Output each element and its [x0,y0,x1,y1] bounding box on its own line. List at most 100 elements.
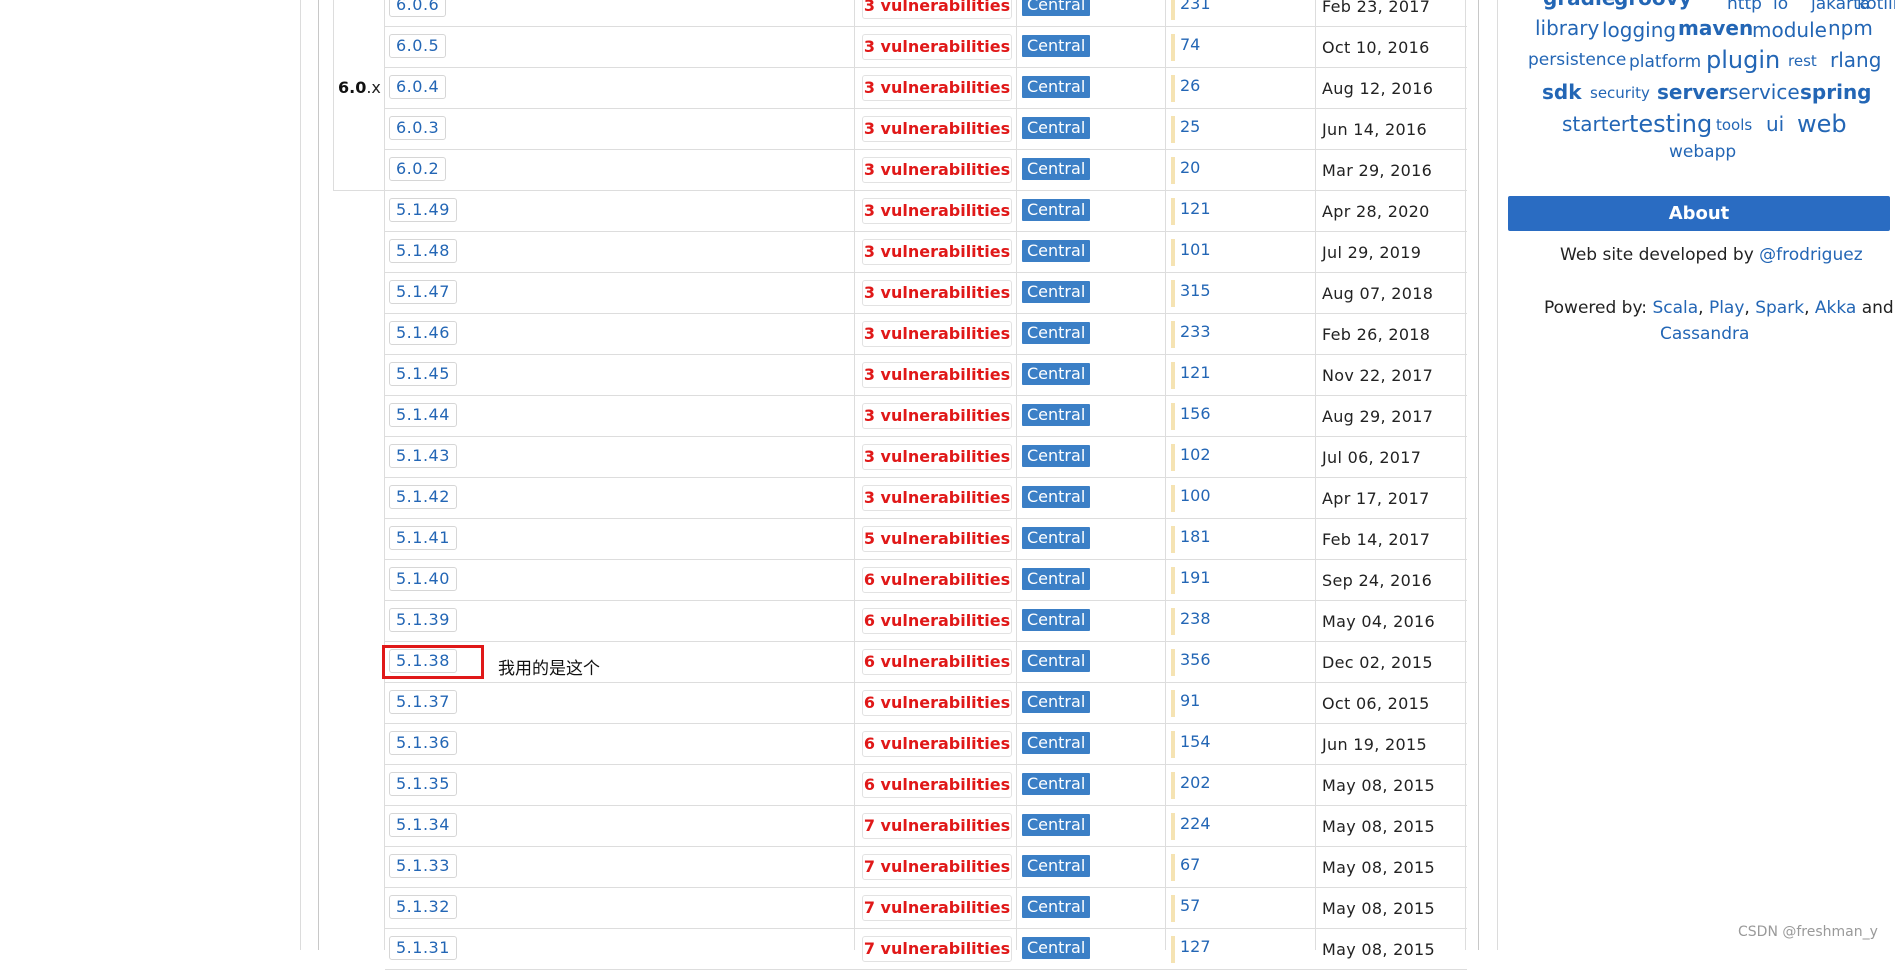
repository-badge[interactable]: Central [1022,322,1091,344]
repository-badge[interactable]: Central [1022,281,1091,303]
vulnerabilities-badge[interactable]: 3 vulnerabilities [862,444,1012,470]
usages-link[interactable]: 26 [1180,76,1200,95]
usages-link[interactable]: 356 [1180,650,1211,669]
version-link[interactable]: 6.0.5 [389,34,447,58]
repository-badge[interactable]: Central [1022,609,1091,631]
tag-sdk[interactable]: sdk [1542,80,1582,104]
usages-link[interactable]: 91 [1180,691,1200,710]
usages-link[interactable]: 231 [1180,0,1211,13]
repository-badge[interactable]: Central [1022,76,1091,98]
tag-rest[interactable]: rest [1788,52,1817,70]
version-link[interactable]: 5.1.48 [389,239,457,263]
usages-link[interactable]: 121 [1180,199,1211,218]
version-link[interactable]: 6.0.3 [389,116,447,140]
repository-badge[interactable]: Central [1022,568,1091,590]
repository-badge[interactable]: Central [1022,0,1091,16]
usages-link[interactable]: 233 [1180,322,1211,341]
repository-badge[interactable]: Central [1022,650,1091,672]
version-link[interactable]: 5.1.35 [389,772,457,796]
vulnerabilities-badge[interactable]: 6 vulnerabilities [862,772,1012,798]
vulnerabilities-badge[interactable]: 7 vulnerabilities [862,854,1012,880]
tag-persistence[interactable]: persistence [1528,50,1626,70]
tag-maven[interactable]: maven [1678,16,1753,40]
repository-badge[interactable]: Central [1022,896,1091,918]
repository-badge[interactable]: Central [1022,199,1091,221]
version-link[interactable]: 5.1.43 [389,444,457,468]
usages-link[interactable]: 25 [1180,117,1200,136]
tag-webapp[interactable]: webapp [1669,142,1736,162]
tag-spring[interactable]: spring [1800,80,1872,104]
repository-badge[interactable]: Central [1022,445,1091,467]
version-link[interactable]: 5.1.47 [389,280,457,304]
vulnerabilities-badge[interactable]: 6 vulnerabilities [862,649,1012,675]
vulnerabilities-badge[interactable]: 6 vulnerabilities [862,567,1012,593]
version-link[interactable]: 5.1.41 [389,526,457,550]
repository-badge[interactable]: Central [1022,773,1091,795]
version-link[interactable]: 6.0.4 [389,75,447,99]
version-link[interactable]: 5.1.40 [389,567,457,591]
repository-badge[interactable]: Central [1022,527,1091,549]
powered-link-cassandra[interactable]: Cassandra [1660,324,1749,344]
version-link[interactable]: 5.1.34 [389,813,457,837]
version-link[interactable]: 6.0.6 [389,0,447,17]
vulnerabilities-badge[interactable]: 7 vulnerabilities [862,936,1012,962]
repository-badge[interactable]: Central [1022,732,1091,754]
version-link[interactable]: 5.1.42 [389,485,457,509]
repository-badge[interactable]: Central [1022,855,1091,877]
version-link[interactable]: 5.1.31 [389,936,457,960]
version-link[interactable]: 5.1.44 [389,403,457,427]
tag-logging[interactable]: logging [1602,18,1676,42]
powered-link-akka[interactable]: Akka [1815,298,1856,318]
tag-starter[interactable]: starter [1562,112,1629,136]
tag-service[interactable]: service [1728,80,1800,104]
vulnerabilities-badge[interactable]: 6 vulnerabilities [862,731,1012,757]
vulnerabilities-badge[interactable]: 7 vulnerabilities [862,813,1012,839]
usages-link[interactable]: 100 [1180,486,1211,505]
tag-groovy[interactable]: groovy [1614,0,1692,10]
version-link[interactable]: 5.1.45 [389,362,457,386]
vulnerabilities-badge[interactable]: 6 vulnerabilities [862,690,1012,716]
tag-npm[interactable]: npm [1828,16,1873,40]
usages-link[interactable]: 154 [1180,732,1211,751]
usages-link[interactable]: 101 [1180,240,1211,259]
vulnerabilities-badge[interactable]: 3 vulnerabilities [862,34,1012,60]
tag-platform[interactable]: platform [1629,52,1701,72]
tag-kotlin[interactable]: kotlin [1857,0,1895,14]
powered-link-spark[interactable]: Spark [1755,298,1804,318]
repository-badge[interactable]: Central [1022,158,1091,180]
repository-badge[interactable]: Central [1022,117,1091,139]
usages-link[interactable]: 67 [1180,855,1200,874]
vulnerabilities-badge[interactable]: 3 vulnerabilities [862,0,1012,19]
tag-server[interactable]: server [1657,80,1729,104]
tag-http[interactable]: http [1727,0,1762,14]
repository-badge[interactable]: Central [1022,814,1091,836]
tag-io[interactable]: io [1773,0,1788,14]
tag-security[interactable]: security [1590,84,1650,102]
tag-gradle[interactable]: gradle [1543,0,1615,10]
usages-link[interactable]: 121 [1180,363,1211,382]
usages-link[interactable]: 238 [1180,609,1211,628]
version-link[interactable]: 5.1.39 [389,608,457,632]
usages-link[interactable]: 156 [1180,404,1211,423]
usages-link[interactable]: 102 [1180,445,1211,464]
vulnerabilities-badge[interactable]: 3 vulnerabilities [862,75,1012,101]
repository-badge[interactable]: Central [1022,691,1091,713]
version-link[interactable]: 5.1.46 [389,321,457,345]
tag-module[interactable]: module [1752,18,1827,42]
tag-web[interactable]: web [1797,110,1847,138]
vulnerabilities-badge[interactable]: 3 vulnerabilities [862,485,1012,511]
repository-badge[interactable]: Central [1022,404,1091,426]
version-link[interactable]: 5.1.32 [389,895,457,919]
usages-link[interactable]: 127 [1180,937,1211,956]
vulnerabilities-badge[interactable]: 3 vulnerabilities [862,362,1012,388]
usages-link[interactable]: 315 [1180,281,1211,300]
vulnerabilities-badge[interactable]: 3 vulnerabilities [862,280,1012,306]
powered-link-play[interactable]: Play [1709,298,1744,318]
repository-badge[interactable]: Central [1022,486,1091,508]
usages-link[interactable]: 202 [1180,773,1211,792]
tag-library[interactable]: library [1535,16,1599,40]
powered-link-scala[interactable]: Scala [1652,298,1698,318]
tag-ui[interactable]: ui [1766,112,1784,136]
vulnerabilities-badge[interactable]: 3 vulnerabilities [862,321,1012,347]
usages-link[interactable]: 181 [1180,527,1211,546]
